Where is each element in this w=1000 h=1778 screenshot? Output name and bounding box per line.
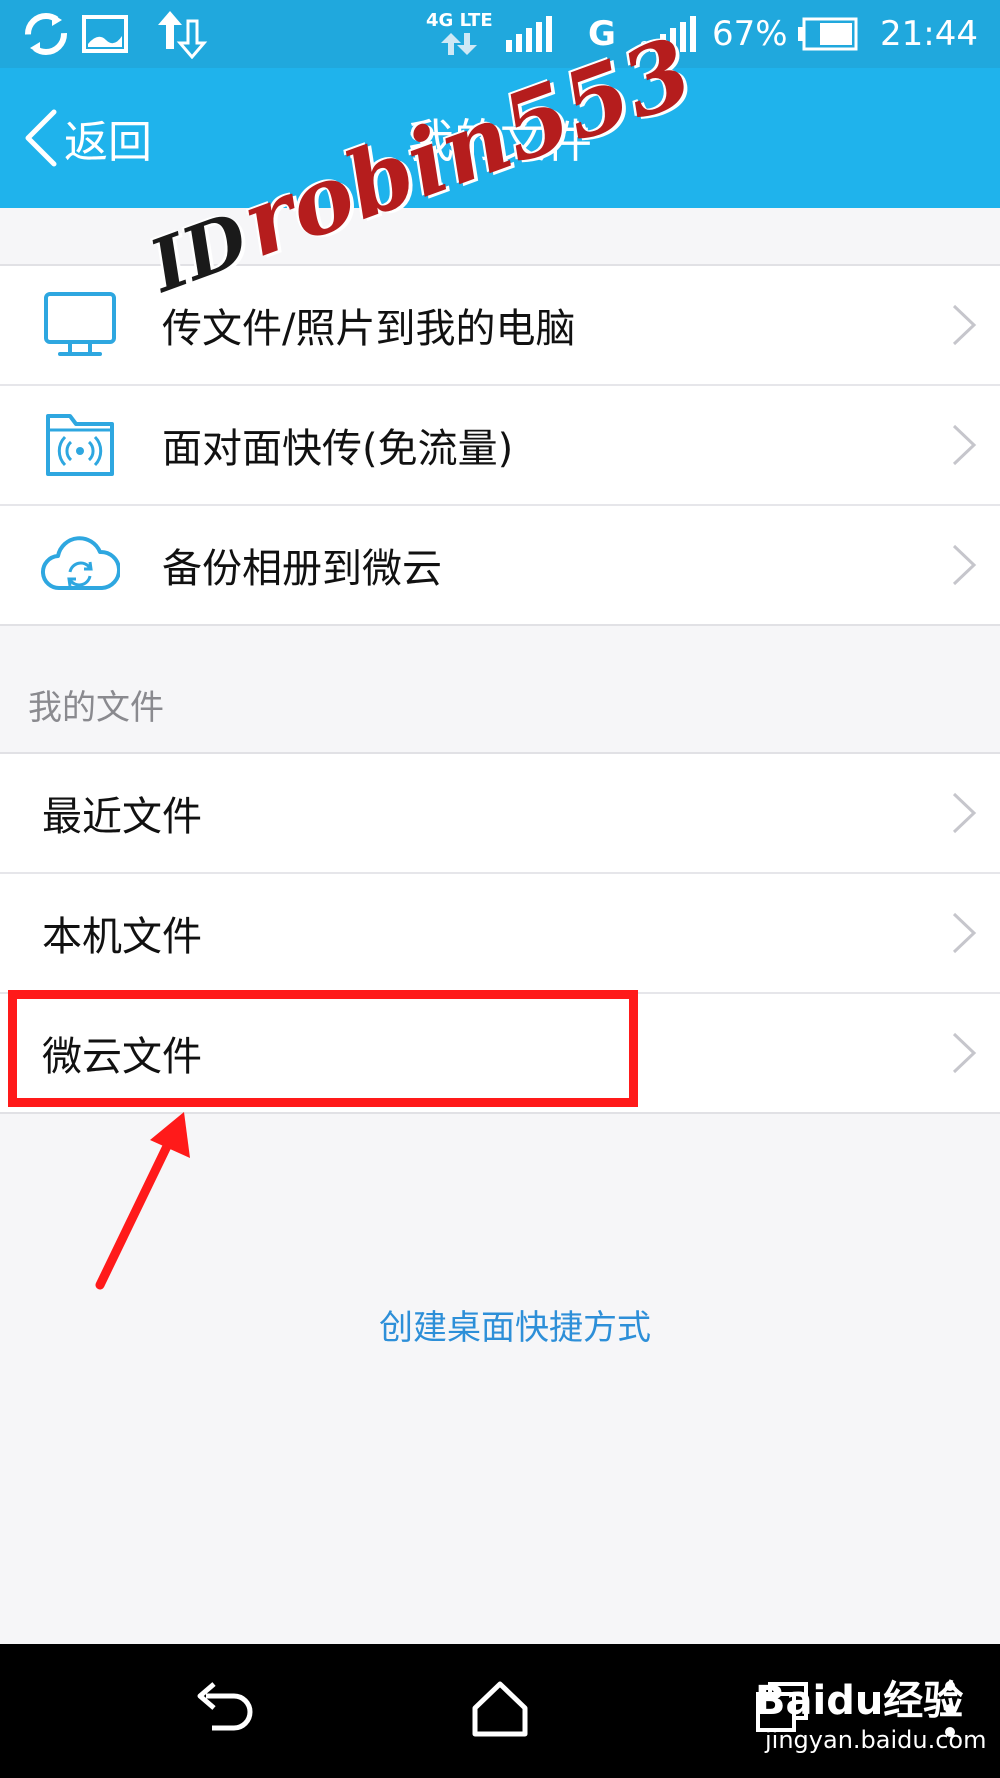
recents-icon — [756, 1682, 808, 1732]
recent-files-item[interactable]: 最近文件 — [0, 754, 1000, 874]
row-label: 备份相册到微云 — [162, 546, 442, 592]
chevron-left-icon — [25, 109, 57, 167]
network-type-label: 4G LTE — [426, 10, 493, 31]
quick-actions-list: 传文件/照片到我的电脑 面对面快传(免流量) 备份相册到微云 — [0, 264, 1000, 626]
battery-percent: 67% — [712, 14, 788, 54]
chevron-right-icon — [952, 424, 977, 466]
back-arrow-icon — [197, 1682, 253, 1731]
clock: 21:44 — [880, 14, 978, 54]
more-vertical-icon — [945, 1681, 955, 1737]
create-shortcut-link[interactable]: 创建桌面快捷方式 — [0, 1300, 1000, 1349]
recents-nav-button[interactable] — [750, 1674, 820, 1744]
face-to-face-transfer-item[interactable]: 面对面快传(免流量) — [0, 386, 1000, 506]
my-files-list: 最近文件 本机文件 微云文件 — [0, 752, 1000, 1114]
chevron-right-icon — [952, 304, 977, 346]
signal-strength-icon-2: 2 — [640, 0, 698, 68]
svg-text:2: 2 — [640, 39, 649, 54]
row-label: 本机文件 — [42, 914, 202, 960]
home-icon — [472, 1681, 528, 1737]
signal-strength-icon-1 — [504, 0, 556, 68]
backup-album-item[interactable]: 备份相册到微云 — [0, 506, 1000, 624]
status-bar: 4G LTE G 2 67% 21:44 — [0, 0, 1000, 68]
lte-arrows-icon — [441, 33, 478, 55]
monitor-icon — [44, 292, 116, 356]
data-transfer-icon — [156, 0, 208, 68]
row-label: 微云文件 — [42, 1034, 202, 1080]
section-header: 我的文件 — [28, 688, 164, 728]
cloud-sync-icon — [41, 536, 120, 591]
chevron-right-icon — [952, 1032, 977, 1074]
row-label: 传文件/照片到我的电脑 — [162, 306, 576, 352]
chevron-right-icon — [952, 544, 977, 586]
back-nav-button[interactable] — [190, 1674, 260, 1744]
chevron-right-icon — [952, 792, 977, 834]
back-label: 返回 — [64, 117, 152, 168]
sync-icon — [22, 0, 70, 68]
weiyun-files-item[interactable]: 微云文件 — [0, 994, 1000, 1112]
carrier-mark: G — [588, 14, 616, 54]
lte-indicator: 4G LTE — [426, 0, 493, 68]
chevron-right-icon — [952, 912, 977, 954]
image-icon — [82, 0, 128, 68]
battery-icon — [796, 0, 858, 68]
local-files-item[interactable]: 本机文件 — [0, 874, 1000, 994]
more-options-button[interactable] — [930, 1674, 970, 1744]
navigation-bar — [0, 1644, 1000, 1778]
transfer-to-computer-item[interactable]: 传文件/照片到我的电脑 — [0, 266, 1000, 386]
title-bar: 返回 我的文件 — [0, 68, 1000, 208]
home-nav-button[interactable] — [465, 1674, 535, 1744]
row-label: 面对面快传(免流量) — [162, 426, 514, 472]
wifi-folder-icon — [46, 414, 114, 476]
back-button[interactable]: 返回 — [22, 68, 152, 208]
row-label: 最近文件 — [42, 794, 202, 840]
